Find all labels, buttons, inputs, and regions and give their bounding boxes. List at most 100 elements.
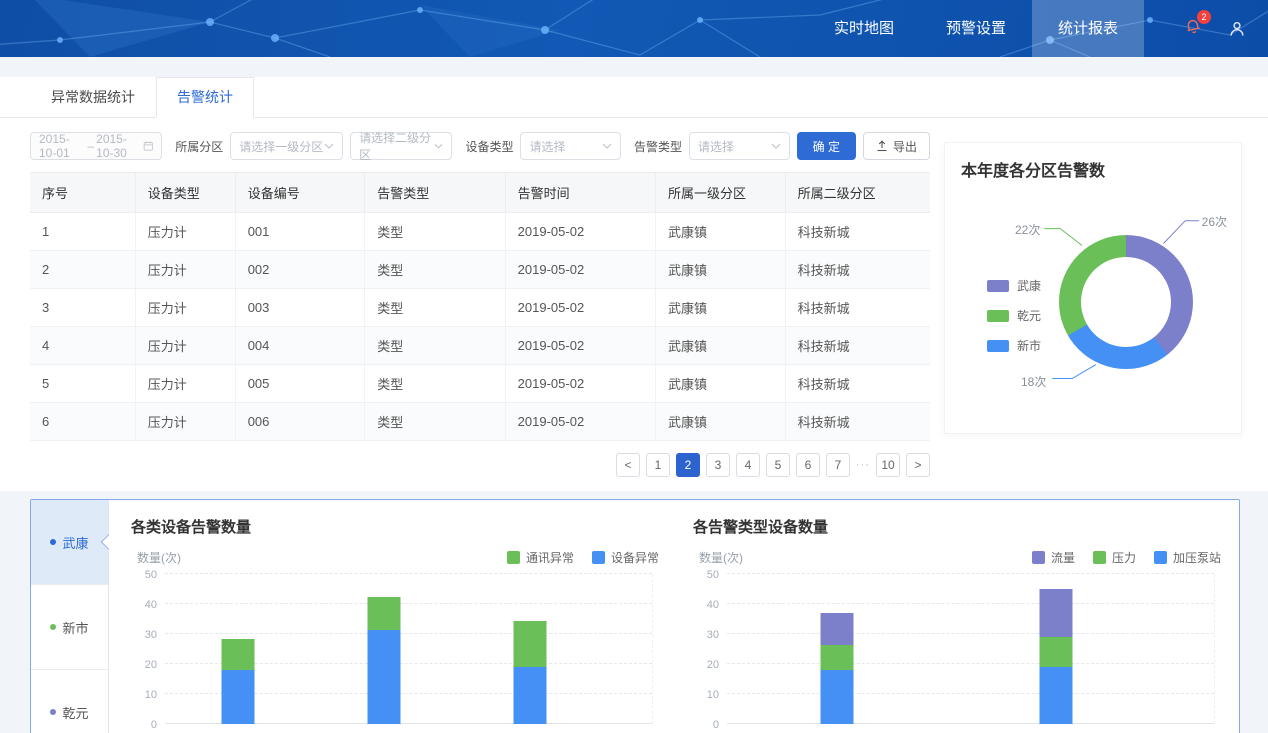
region-dot [50,709,56,715]
page-button[interactable]: 3 [706,453,730,477]
table-row[interactable]: 6压力计006类型2019-05-02武康镇科技新城 [30,403,930,441]
table-row[interactable]: 5压力计005类型2019-05-02武康镇科技新城 [30,365,930,403]
y-tick-label: 10 [693,689,719,701]
column-header: 所属一级分区 [655,173,785,213]
table-cell: 3 [30,289,135,327]
tab[interactable]: 告警统计 [156,77,254,118]
plot-area: 01020304050 [727,574,1215,724]
device-alarm-chart: 各类设备告警数量 数量(次) 通讯异常设备异常 01020304050 设备类型… [131,516,659,733]
table-cell: 武康镇 [655,403,785,441]
region-level1-select[interactable]: 请选择一级分区 [230,132,343,160]
region-tab-label: 武康 [62,533,88,552]
gridline [727,603,1214,604]
nav-menu: 实时地图预警设置统计报表 [808,0,1144,57]
region-tab[interactable]: 新市 [31,585,108,670]
legend-item: 流量 [1032,549,1075,566]
next-page-button[interactable]: > [906,453,930,477]
table-cell: 压力计 [135,403,235,441]
legend-swatch [507,551,520,564]
notifications-button[interactable]: 2 [1184,17,1202,40]
bar-segment [514,621,547,668]
calendar-icon [143,139,154,153]
region-tab[interactable]: 武康 [31,500,108,585]
table-cell: 006 [235,403,365,441]
page-button[interactable]: 7 [826,453,850,477]
legend-label: 压力 [1112,549,1136,566]
table-cell: 4 [30,327,135,365]
legend-label: 流量 [1051,549,1075,566]
device-type-select[interactable]: 请选择 [520,132,621,160]
y-tick-label: 50 [693,569,719,581]
region-tab-label: 新市 [62,618,88,637]
table-cell: 004 [235,327,365,365]
nav-item[interactable]: 预警设置 [920,0,1032,57]
region-level2-select[interactable]: 请选择二级分区 [350,132,452,160]
export-button[interactable]: 导出 [863,132,930,160]
table-cell: 武康镇 [655,365,785,403]
legend-swatch [1154,551,1167,564]
page-button[interactable]: 6 [796,453,820,477]
bar-segment [1039,589,1072,637]
legend-label: 乾元 [1017,307,1041,324]
gridline [727,633,1214,634]
tab[interactable]: 异常数据统计 [30,77,156,117]
date-range-picker[interactable]: 2015-10-01 – 2015-10-30 [30,132,162,160]
gridline [727,663,1214,664]
nav-item[interactable]: 统计报表 [1032,0,1144,57]
legend-label: 武康 [1017,277,1041,294]
chevron-down-icon [602,143,612,149]
table-cell: 001 [235,213,365,251]
nav-item[interactable]: 实时地图 [808,0,920,57]
user-icon[interactable] [1228,20,1246,38]
region-tab[interactable]: 乾元 [31,670,108,733]
table-body: 1压力计001类型2019-05-02武康镇科技新城2压力计002类型2019-… [30,213,930,441]
donut-callout-label: 22次 [1015,221,1040,238]
alarm-type-label: 告警类型 [634,138,682,155]
stacked-bar [368,597,401,725]
table-cell: 压力计 [135,365,235,403]
table-row[interactable]: 3压力计003类型2019-05-02武康镇科技新城 [30,289,930,327]
page-button[interactable]: 10 [876,453,900,477]
date-start: 2015-10-01 [39,132,85,160]
page-button[interactable]: 1 [646,453,670,477]
table-row[interactable]: 2压力计002类型2019-05-02武康镇科技新城 [30,251,930,289]
table-cell: 压力计 [135,327,235,365]
prev-page-button[interactable]: < [616,453,640,477]
page-button[interactable]: 4 [736,453,760,477]
table-cell: 类型 [365,327,505,365]
select-placeholder: 请选择二级分区 [359,129,434,163]
table-row[interactable]: 4压力计004类型2019-05-02武康镇科技新城 [30,327,930,365]
stacked-bar [1039,589,1072,724]
table-cell: 科技新城 [785,289,930,327]
region-dot [50,624,56,630]
donut-hole [1081,257,1171,347]
table-cell: 002 [235,251,365,289]
chevron-down-icon [771,143,781,149]
y-tick-label: 0 [693,719,719,731]
legend-item: 乾元 [987,307,1041,324]
page-button[interactable]: 5 [766,453,790,477]
alarm-table: 序号设备类型设备编号告警类型告警时间所属一级分区所属二级分区 1压力计001类型… [30,172,930,441]
alarm-type-select[interactable]: 请选择 [689,132,790,160]
legend-swatch [987,310,1009,322]
donut-callout-label: 18次 [1021,373,1046,390]
select-placeholder: 请选择 [529,138,565,155]
x-axis: 告警类型(类型) 通讯异常设备异常 [727,724,1215,733]
legend-swatch [1093,551,1106,564]
confirm-button[interactable]: 确 定 [797,132,856,160]
pagination: <1234567···10> [30,453,930,477]
y-tick-label: 40 [693,599,719,611]
plot-area: 01020304050 [165,574,653,724]
bar-segment [514,667,547,724]
table-cell: 科技新城 [785,403,930,441]
donut-chart-title: 本年度各分区告警数 [961,157,1225,181]
y-tick-label: 30 [131,629,157,641]
gridline [165,633,652,634]
date-separator: – [87,139,94,153]
table-cell: 2019-05-02 [505,365,655,403]
table-cell: 武康镇 [655,251,785,289]
table-row[interactable]: 1压力计001类型2019-05-02武康镇科技新城 [30,213,930,251]
chart-title: 各类设备告警数量 [131,516,659,537]
top-nav: 实时地图预警设置统计报表 2 [0,0,1268,57]
page-button[interactable]: 2 [676,453,700,477]
